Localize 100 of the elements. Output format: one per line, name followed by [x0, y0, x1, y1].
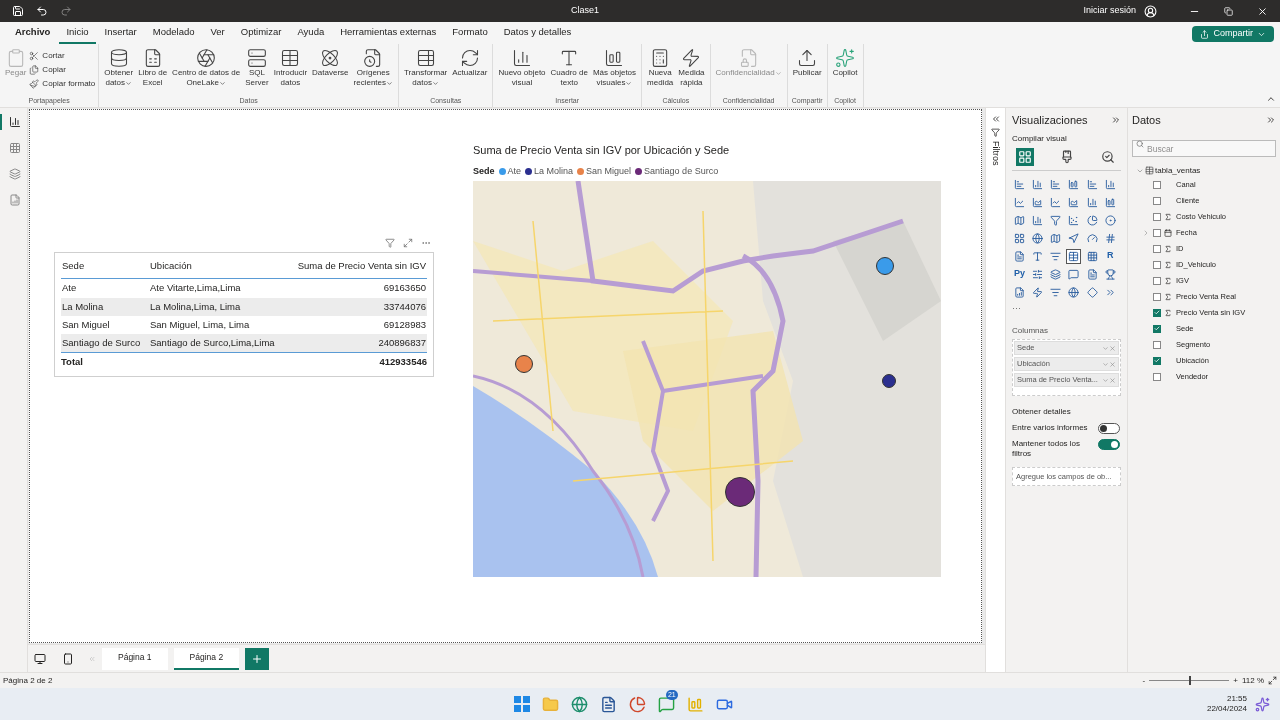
map-icon	[1014, 214, 1025, 226]
add-page-button[interactable]	[245, 647, 270, 670]
visual-type-button[interactable]: R	[1102, 248, 1118, 264]
visual-type-button[interactable]	[1084, 212, 1100, 228]
checkbox[interactable]	[1153, 356, 1161, 365]
save-icon[interactable]	[12, 5, 24, 17]
expand-icon[interactable]	[990, 114, 1001, 124]
visual-type-button[interactable]	[1012, 284, 1027, 300]
clock-date: 22/04/2024	[1206, 704, 1247, 714]
ribbon-button[interactable]: Cortar	[29, 50, 96, 62]
database-icon	[108, 48, 129, 68]
toggle-switch[interactable]	[1098, 423, 1120, 434]
ribbon-button[interactable]: Copilot	[830, 48, 860, 78]
sign-in-link[interactable]: Iniciar sesión	[1083, 4, 1136, 18]
column-header: Ubicación	[149, 259, 193, 273]
slider-thumb[interactable]	[1189, 676, 1192, 685]
tree-row[interactable]: tabla_ventas	[1136, 164, 1276, 177]
filters-pane-label[interactable]: Filtros	[988, 141, 1003, 166]
checkbox[interactable]	[1153, 308, 1161, 317]
start-icon[interactable]	[513, 696, 530, 712]
menu-tab[interactable]: Datos y detalles	[496, 24, 579, 44]
ribbon-button[interactable]: Libro de Excel	[136, 48, 170, 88]
browser-icon[interactable]	[570, 695, 588, 713]
menu-tab[interactable]: Insertar	[97, 24, 144, 44]
menu-tab[interactable]: Archivo	[8, 24, 58, 44]
toggle-switch[interactable]	[1098, 439, 1120, 450]
desktop-layout-icon[interactable]	[34, 652, 46, 665]
ribbon-button[interactable]: Transformar datos	[402, 48, 450, 88]
menu-tab[interactable]: Modelado	[145, 24, 202, 44]
checkbox[interactable]	[1153, 276, 1161, 285]
ribbon-button[interactable]: Medida rápida	[676, 48, 707, 88]
checkbox[interactable]	[1153, 260, 1161, 269]
ribbon-button[interactable]: Copiar formato	[29, 78, 96, 90]
checkbox[interactable]	[1153, 324, 1161, 333]
checkbox[interactable]	[1153, 244, 1161, 253]
checkbox[interactable]	[1153, 180, 1161, 189]
search-field[interactable]: Buscar	[1132, 140, 1276, 157]
fit-page-icon[interactable]	[1268, 676, 1277, 685]
clock-time: 21:55	[1226, 694, 1247, 704]
menu-tab[interactable]: Formato	[445, 24, 495, 44]
mobile-layout-icon[interactable]	[62, 652, 74, 665]
collapse-ribbon-icon[interactable]	[1266, 94, 1276, 104]
slides-app-icon[interactable]	[628, 695, 646, 713]
chat-app-icon[interactable]	[657, 695, 675, 713]
visual-type-button[interactable]	[1102, 212, 1118, 228]
page-tab[interactable]: Página 2	[173, 647, 240, 670]
legend-title: Sede	[473, 164, 495, 178]
user-icon[interactable]	[1144, 4, 1157, 18]
ribbon-button[interactable]: Orígenes recientes	[351, 48, 395, 88]
legend-label: La Molina	[534, 164, 574, 178]
document-app-icon[interactable]	[599, 695, 617, 713]
zoom-out-button[interactable]: -	[1142, 674, 1146, 687]
menu-tab[interactable]: Ver	[203, 24, 232, 44]
visual-type-button[interactable]	[1048, 266, 1064, 282]
ribbon-button[interactable]: Nuevo objeto visual	[496, 48, 548, 88]
menu-tab[interactable]: Ayuda	[290, 24, 332, 44]
collapse-icon[interactable]	[1111, 115, 1121, 126]
ribbon-button[interactable]: Centro de datos de OneLake	[170, 48, 243, 88]
donut-chart-icon	[1104, 214, 1116, 226]
restore-icon[interactable]	[1224, 6, 1233, 16]
visual-type-button[interactable]	[1030, 230, 1046, 246]
checkbox[interactable]	[1153, 340, 1161, 349]
ribbon-button[interactable]: Obtener datos	[102, 48, 136, 88]
assistant-icon[interactable]	[1255, 696, 1270, 712]
visual-type-button[interactable]: Py	[1012, 266, 1027, 282]
pane-tab[interactable]	[1016, 147, 1034, 166]
checkbox[interactable]	[1153, 372, 1161, 381]
filter-icon[interactable]	[385, 238, 395, 248]
ribbon-button[interactable]: Cuadro de texto	[548, 48, 590, 88]
zoom-in-button[interactable]: +	[1233, 674, 1238, 687]
ribbon-button[interactable]: Dataverse	[310, 48, 351, 78]
table-view-icon	[8, 142, 21, 154]
ribbon-button[interactable]: Nueva medida	[645, 48, 676, 88]
collapse-icon[interactable]	[1266, 115, 1276, 126]
checkbox[interactable]	[1153, 292, 1161, 301]
more-visuals-button[interactable]: ···	[1012, 301, 1121, 315]
ribbon-button[interactable]: SQL Server	[243, 48, 271, 88]
page-tab[interactable]: Página 1	[102, 647, 168, 670]
ribbon-button[interactable]: Más objetos visuales	[590, 48, 639, 88]
menu-tab[interactable]: Herramientas externas	[333, 24, 444, 44]
ribbon-button[interactable]: Publicar	[790, 48, 824, 78]
visual-type-button[interactable]	[1102, 266, 1118, 282]
menu-tab[interactable]: Optimizar	[233, 24, 289, 44]
checkbox[interactable]	[1153, 212, 1161, 221]
share-button[interactable]: Compartir	[1192, 26, 1274, 42]
visual-type-button[interactable]	[1066, 284, 1082, 300]
focus-mode-icon[interactable]	[403, 238, 413, 248]
visual-type-button[interactable]	[1066, 230, 1082, 246]
table-name: tabla_ventas	[1155, 164, 1201, 177]
checkbox[interactable]	[1153, 196, 1161, 205]
table-cell-text: Santiago de Surco	[61, 336, 142, 350]
visual-type-button[interactable]	[1012, 248, 1027, 264]
undo-icon[interactable]	[36, 5, 48, 17]
checkbox[interactable]	[1153, 228, 1161, 237]
visual-type-button[interactable]	[1066, 248, 1082, 264]
close-icon[interactable]	[1257, 5, 1268, 17]
ribbon-button[interactable]: Introducir datos	[271, 48, 310, 88]
ribbon-button[interactable]: Actualizar	[450, 48, 490, 78]
ribbon-button[interactable]: Copiar	[29, 64, 96, 76]
visual-type-button[interactable]	[1084, 284, 1100, 300]
